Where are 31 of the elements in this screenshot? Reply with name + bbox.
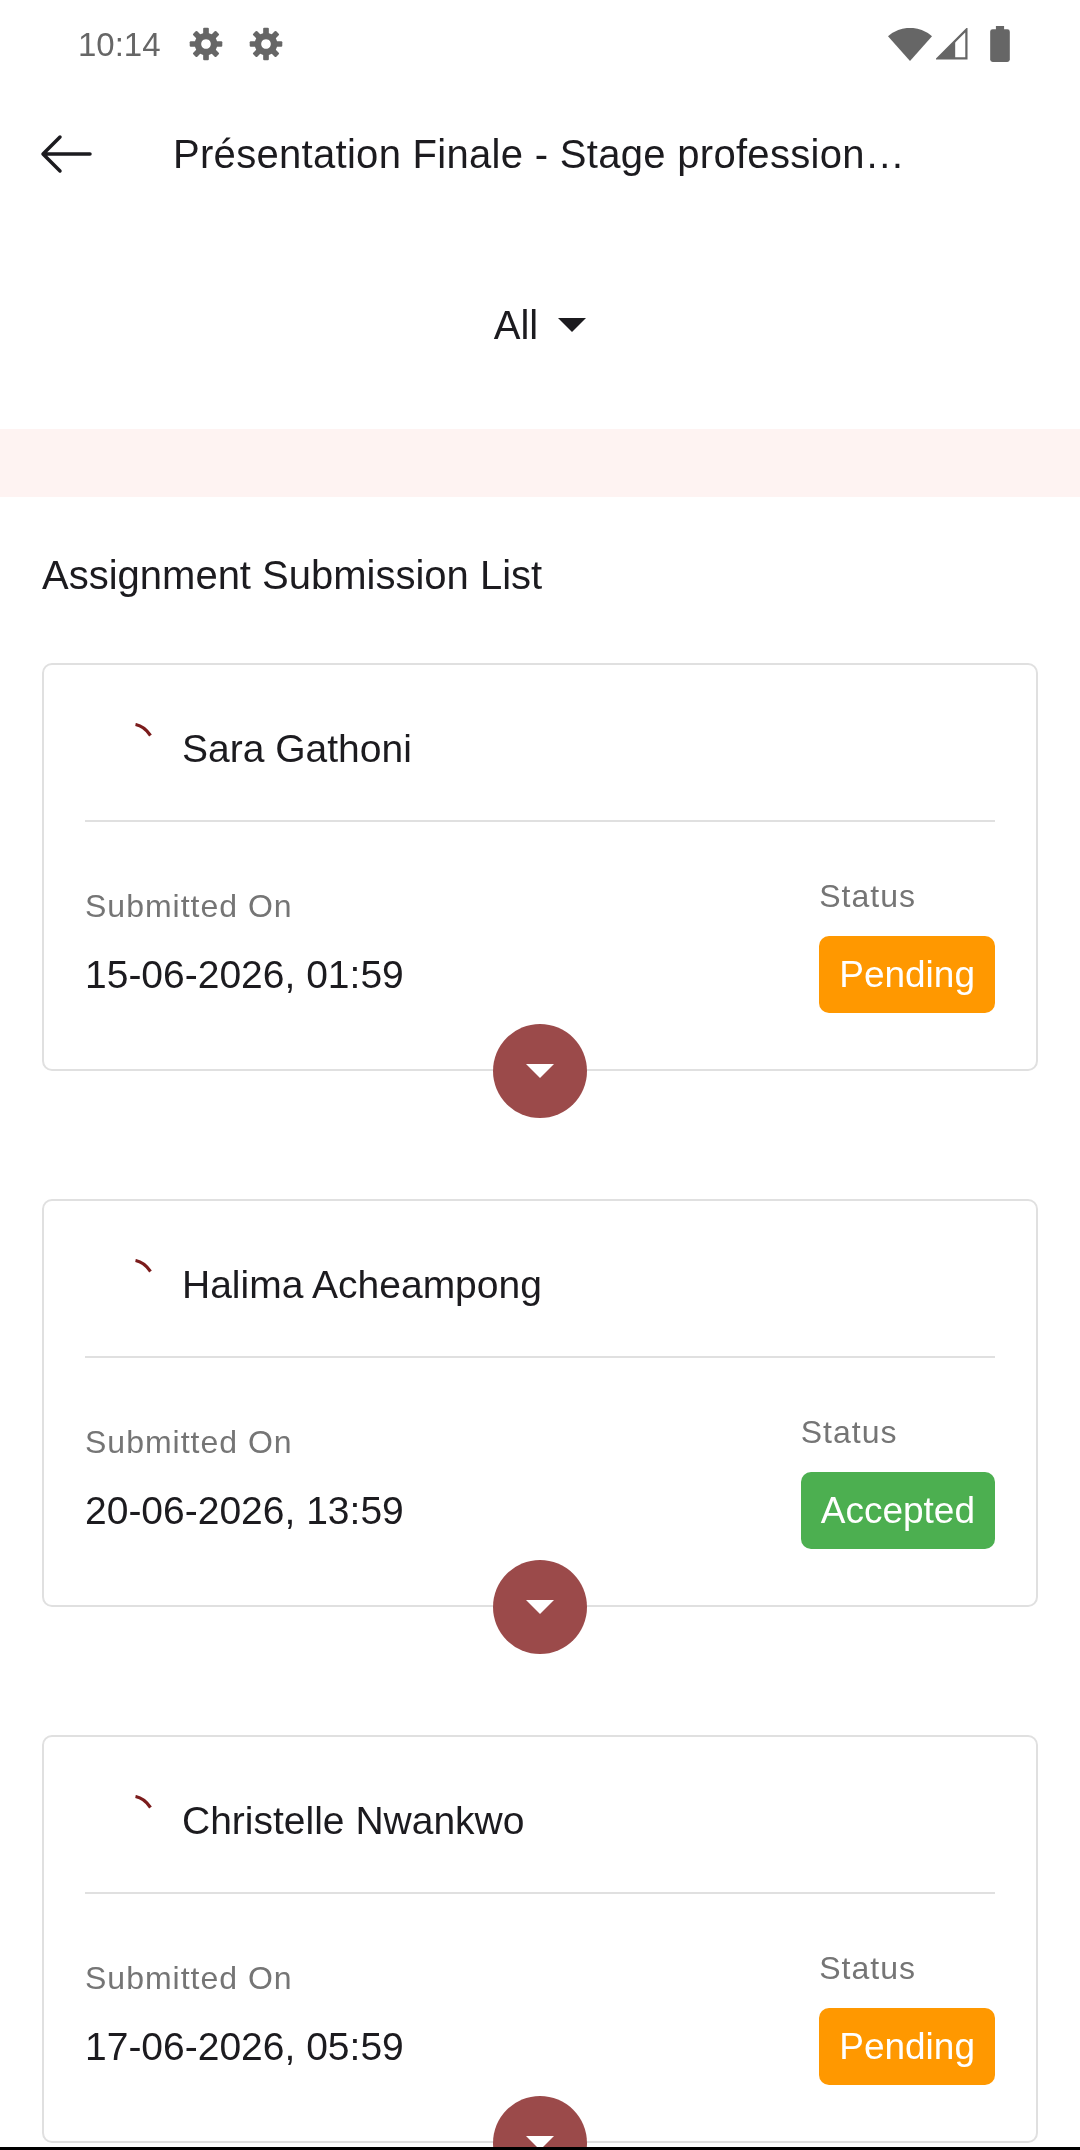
- loading-spinner-icon: [134, 1259, 152, 1273]
- gear-icon: [188, 27, 223, 61]
- student-name: Halima Acheampong: [182, 1262, 542, 1308]
- status-label: Status: [819, 1949, 916, 1988]
- filter-dropdown[interactable]: All: [483, 288, 597, 361]
- status-label: Status: [800, 1413, 898, 1452]
- loading-spinner-icon: [134, 723, 152, 737]
- caret-down-icon: [526, 1600, 554, 1614]
- caret-down-icon: [526, 1064, 554, 1078]
- submitted-on-label: Submitted On: [85, 1423, 294, 1462]
- submission-date: 20-06-2026, 13:59: [85, 1488, 404, 1534]
- clock-time: 10:14: [78, 27, 161, 61]
- section-title: Assignment Submission List: [42, 552, 544, 599]
- submission-date: 17-06-2026, 05:59: [85, 2024, 404, 2070]
- submitted-on-label: Submitted On: [85, 887, 294, 926]
- wifi-icon: [888, 27, 932, 61]
- battery-icon: [990, 26, 1010, 62]
- student-name: Sara Gathoni: [182, 726, 412, 772]
- caret-down-icon: [558, 317, 587, 332]
- back-arrow-icon[interactable]: [40, 134, 92, 174]
- status-label: Status: [819, 877, 916, 916]
- status-tag: Accepted: [800, 1472, 995, 1549]
- student-name: Christelle Nwankwo: [182, 1798, 525, 1844]
- loading-spinner-icon: [134, 1795, 152, 1809]
- signal-icon: [936, 28, 968, 60]
- status-tag: Pending: [819, 936, 995, 1013]
- submitted-on-label: Submitted On: [85, 1959, 294, 1998]
- page-title: Présentation Finale - Stage profession…: [173, 131, 906, 178]
- submission-date: 15-06-2026, 01:59: [85, 952, 404, 998]
- status-tag: Pending: [819, 2008, 995, 2085]
- gear-icon: [248, 27, 283, 61]
